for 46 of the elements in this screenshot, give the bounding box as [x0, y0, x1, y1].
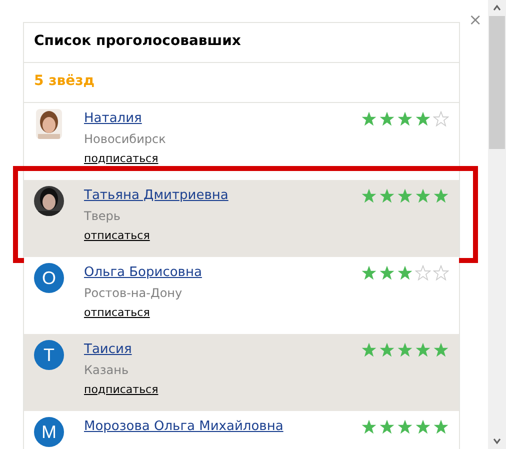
filled-star-icon: [415, 342, 431, 358]
subscribe-link[interactable]: отписаться: [84, 226, 150, 246]
filled-star-icon: [415, 419, 431, 435]
voter-name-link[interactable]: Наталия: [84, 109, 142, 129]
filled-star-icon: [361, 265, 377, 281]
voter-city: Новосибирск: [84, 131, 166, 148]
filled-star-icon: [397, 342, 413, 358]
filled-star-icon: [379, 188, 395, 204]
filled-star-icon: [415, 188, 431, 204]
filled-star-icon: [397, 111, 413, 127]
filled-star-icon: [361, 188, 377, 204]
scroll-up-icon[interactable]: [492, 3, 502, 13]
voter-city: Казань: [84, 362, 129, 379]
filled-star-icon: [415, 111, 431, 127]
filled-star-icon: [361, 111, 377, 127]
close-button[interactable]: ×: [468, 12, 482, 28]
filled-star-icon: [379, 111, 395, 127]
filled-star-icon: [433, 188, 449, 204]
filled-star-icon: [379, 265, 395, 281]
scroll-down-icon[interactable]: [492, 436, 502, 446]
filled-star-icon: [361, 342, 377, 358]
voter-name-link[interactable]: Татьяна Дмитриевна: [84, 186, 228, 206]
voter-name-link[interactable]: Ольга Борисовна: [84, 263, 202, 283]
filled-star-icon: [433, 419, 449, 435]
dialog-title: Список проголосовавших: [24, 23, 459, 63]
filled-star-icon: [397, 188, 413, 204]
filled-star-icon: [397, 419, 413, 435]
letter-avatar: М: [34, 417, 64, 447]
subscribe-link[interactable]: подписаться: [84, 380, 158, 400]
filled-star-icon: [433, 342, 449, 358]
voter-name-link[interactable]: Морозова Ольга Михайловна: [84, 417, 284, 437]
letter-avatar: Т: [34, 340, 64, 370]
filled-star-icon: [361, 419, 377, 435]
empty-star-icon: [415, 265, 431, 281]
empty-star-icon: [433, 265, 449, 281]
empty-star-icon: [433, 111, 449, 127]
filled-star-icon: [379, 419, 395, 435]
subscribe-link[interactable]: подписаться: [84, 149, 158, 169]
voter-city: Тверь: [84, 208, 120, 225]
voter-city: Ростов-на-Дону: [84, 285, 182, 302]
letter-avatar: О: [34, 263, 64, 293]
subscribe-link[interactable]: отписаться: [84, 303, 150, 323]
scrollbar-thumb[interactable]: [489, 16, 505, 149]
voter-name-link[interactable]: Таисия: [84, 340, 132, 360]
filled-star-icon: [379, 342, 395, 358]
filled-star-icon: [397, 265, 413, 281]
